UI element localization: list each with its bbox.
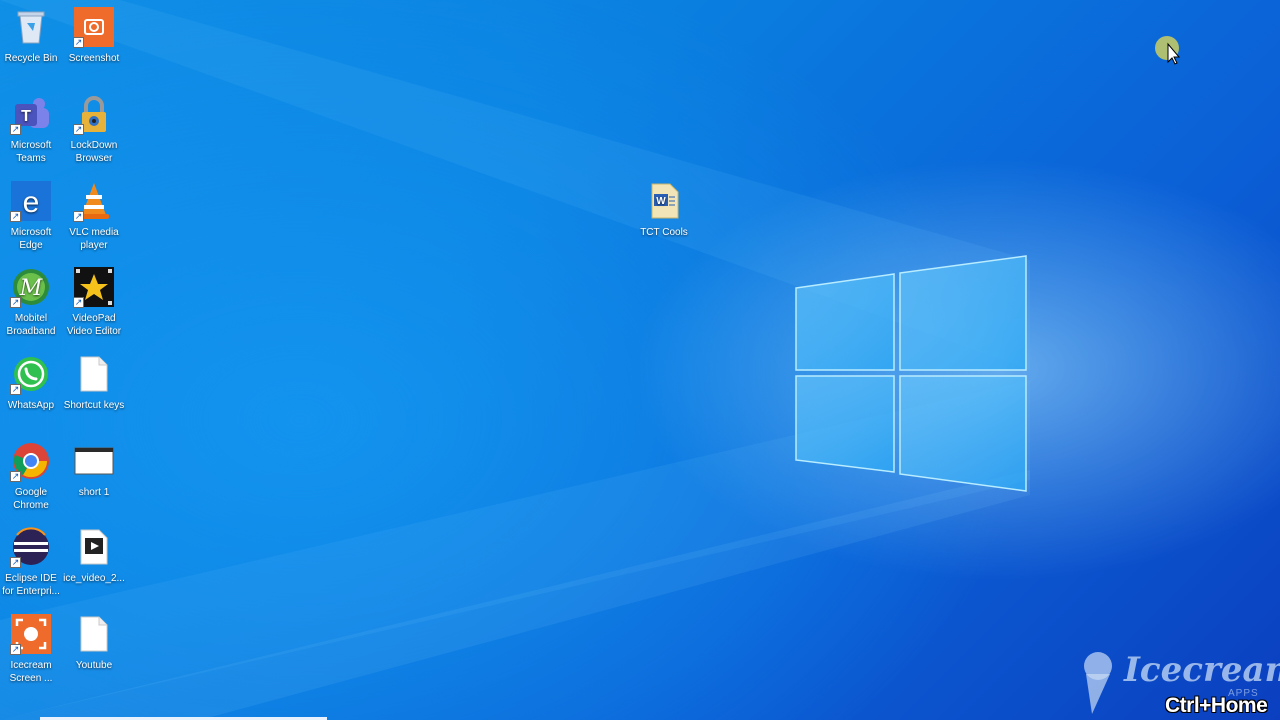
lockdown-browser-icon: ↗ [73, 93, 115, 135]
svg-text:M: M [19, 276, 43, 301]
mouse-cursor-icon [1155, 36, 1181, 65]
desktop-icon-label: Icecream Screen ... [9, 660, 53, 684]
eclipse-icon: ↗ [10, 526, 52, 568]
desktop-icon-whatsapp[interactable]: ↗ WhatsApp [0, 351, 63, 431]
desktop-icon-label: VideoPad Video Editor [66, 313, 122, 337]
screenshot-icon: ↗ [73, 6, 115, 48]
video-file-icon [73, 526, 115, 568]
desktop-icon-screenshot[interactable]: ↗ Screenshot [62, 4, 126, 84]
svg-text:e: e [23, 186, 40, 219]
text-file-icon [73, 353, 115, 395]
desktop-icon-label: Microsoft Teams [10, 140, 52, 164]
desktop-icon-label: Shortcut keys [63, 400, 125, 411]
desktop-icon-label: Microsoft Edge [10, 227, 52, 251]
mobitel-icon: M ↗ [10, 266, 52, 308]
shortcut-arrow-icon: ↗ [10, 124, 21, 135]
svg-text:T: T [21, 108, 31, 125]
shortcut-arrow-icon: ↗ [73, 211, 84, 222]
desktop-icon-label: TCT Cools [640, 227, 688, 238]
desktop-icon-vlc[interactable]: ↗ VLC media player [62, 178, 126, 258]
desktop-icon-google-chrome[interactable]: ↗ Google Chrome [0, 438, 63, 518]
desktop-icon-label: LockDown Browser [70, 140, 118, 164]
chrome-icon: ↗ [10, 440, 52, 482]
desktop-icon-label: WhatsApp [7, 400, 55, 411]
watermark-brand: Icecream [1124, 650, 1280, 690]
shortcut-arrow-icon: ↗ [10, 557, 21, 568]
desktop-icon-mobitel-broadband[interactable]: M ↗ Mobitel Broadband [0, 264, 63, 344]
desktop-icon-label: Recycle Bin [4, 53, 58, 64]
wallpaper-light-beams [0, 0, 1030, 720]
edge-icon: e ↗ [10, 180, 52, 222]
desktop-icon-microsoft-teams[interactable]: T ↗ Microsoft Teams [0, 91, 63, 171]
icecream-logo-icon [1084, 652, 1112, 714]
shortcut-arrow-icon: ↗ [10, 384, 21, 395]
shortcut-arrow-icon: ↗ [73, 124, 84, 135]
shortcut-arrow-icon: ↗ [73, 297, 84, 308]
desktop-icon-ice-video[interactable]: ice_video_2... [62, 524, 126, 604]
desktop-icon-label: Google Chrome [13, 487, 49, 511]
svg-text:W: W [656, 196, 666, 207]
desktop-icon-label: VLC media player [69, 227, 119, 251]
shortcut-arrow-icon: ↗ [10, 644, 21, 655]
windows-logo [795, 255, 1027, 492]
desktop-icon-tct-cools[interactable]: W TCT Cools [632, 178, 696, 258]
desktop-icon-shortcut-keys[interactable]: Shortcut keys [62, 351, 126, 431]
desktop-icon-label: Eclipse IDE for Enterpri... [2, 573, 60, 597]
videopad-icon: ↗ [73, 266, 115, 308]
recycle-bin-icon [10, 6, 52, 48]
teams-icon: T ↗ [10, 93, 52, 135]
image-file-icon [73, 440, 115, 482]
desktop-icon-label: ice_video_2... [63, 573, 125, 584]
desktop-icon-icecream-screen[interactable]: ↗ Icecream Screen ... [0, 611, 63, 691]
desktop-icon-label: Mobitel Broadband [6, 313, 56, 337]
shortcut-arrow-icon: ↗ [73, 37, 84, 48]
desktop-icon-microsoft-edge[interactable]: e ↗ Microsoft Edge [0, 178, 63, 258]
whatsapp-icon: ↗ [10, 353, 52, 395]
desktop-icon-short-1[interactable]: short 1 [62, 438, 126, 518]
hotkey-overlay: Ctrl+Home [1165, 694, 1268, 717]
desktop-icon-label: Youtube [75, 660, 113, 671]
desktop-icon-label: short 1 [78, 487, 110, 498]
text-file-icon [73, 613, 115, 655]
desktop-icon-recycle-bin[interactable]: Recycle Bin [0, 4, 63, 84]
shortcut-arrow-icon: ↗ [10, 297, 21, 308]
desktop-icon-youtube[interactable]: Youtube [62, 611, 126, 691]
desktop-icon-lockdown-browser[interactable]: ↗ LockDown Browser [62, 91, 126, 171]
desktop-icon-videopad[interactable]: ↗ VideoPad Video Editor [62, 264, 126, 344]
shortcut-arrow-icon: ↗ [10, 471, 21, 482]
desktop-icon-eclipse[interactable]: ↗ Eclipse IDE for Enterpri... [0, 524, 63, 604]
desktop-icon-label: Screenshot [68, 53, 120, 64]
vlc-icon: ↗ [73, 180, 115, 222]
icecream-recorder-icon: ↗ [10, 613, 52, 655]
shortcut-arrow-icon: ↗ [10, 211, 21, 222]
word-document-icon: W [643, 180, 685, 222]
